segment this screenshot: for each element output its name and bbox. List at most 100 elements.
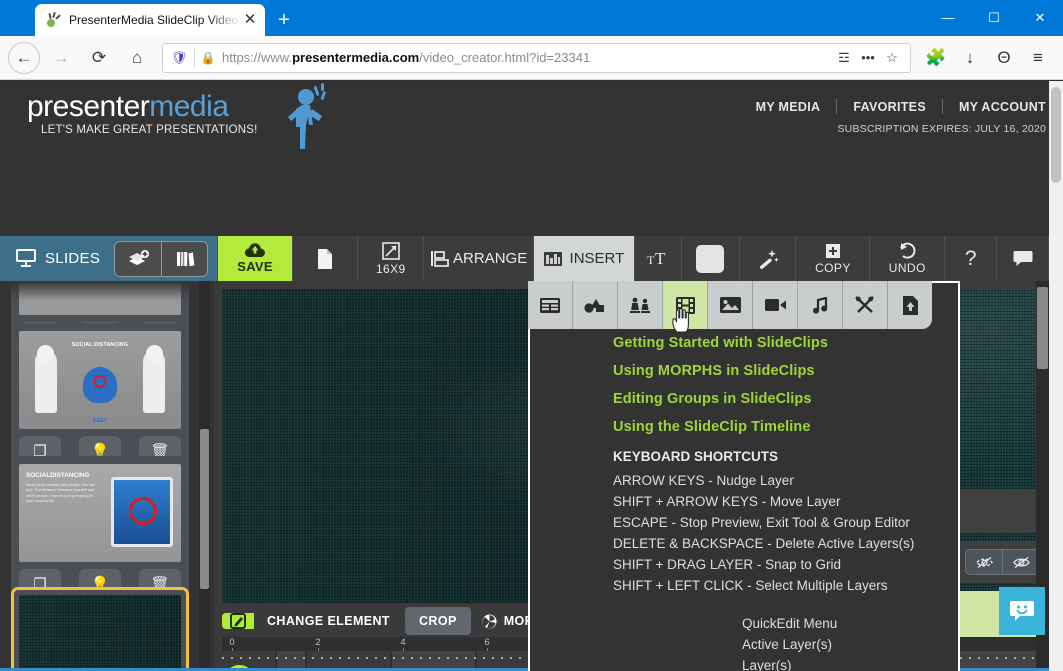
upload-icon[interactable] <box>888 281 932 329</box>
slide-card-3[interactable]: SOCIALDISTANCING Avoid close contact wit… <box>11 456 189 607</box>
rail-scrollbar-thumb[interactable] <box>200 429 209 589</box>
morph-icon <box>482 614 497 628</box>
shortcut-row: SHIFT + ARROW KEYS - Move Layer <box>613 494 841 509</box>
lock-icon[interactable]: 🔒 <box>200 51 216 65</box>
shield-icon[interactable]: 🛡 <box>169 50 189 66</box>
shortcut-row: SHIFT + LEFT CLICK - Select Multiple Lay… <box>613 578 888 593</box>
help-link-editing-groups[interactable]: Editing Groups in SlideClips <box>613 391 958 407</box>
slide-thumbnail <box>19 595 181 671</box>
chat-widget-button[interactable] <box>999 587 1045 635</box>
color-swatch[interactable] <box>696 244 725 273</box>
account-icon[interactable]: Θ <box>987 42 1021 74</box>
slide-card-2[interactable]: SOCIAL DISTANCING FEET ❐ 💡 🗑 <box>11 323 189 474</box>
add-slide-icon[interactable] <box>115 241 162 276</box>
subscription-expiry: SUBSCRIPTION EXPIRES: JULY 16, 2020 <box>837 123 1046 135</box>
favicon-icon <box>46 11 62 28</box>
save-button[interactable]: SAVE <box>216 236 293 281</box>
back-button[interactable]: ← <box>8 41 40 74</box>
undo-label: UNDO <box>888 261 926 275</box>
window-minimize-button[interactable]: — <box>925 0 971 36</box>
downloads-icon[interactable]: ↓ <box>953 42 987 74</box>
top-nav: MY MEDIA FAVORITES MY ACCOUNT <box>756 99 1046 114</box>
page-scrollbar[interactable] <box>1049 81 1063 671</box>
slides-panel-toggle[interactable]: SLIDES <box>0 236 217 281</box>
library-icon[interactable] <box>161 241 208 276</box>
window-maximize-button[interactable]: ☐ <box>971 0 1017 36</box>
shortcut-row: ESCAPE - Stop Preview, Exit Tool & Group… <box>613 515 910 530</box>
forward-button[interactable]: → <box>44 42 78 74</box>
insert-category-row <box>528 281 932 329</box>
shortcut-row: SHIFT + DRAG LAYER - Snap to Grid <box>613 557 841 572</box>
divider <box>194 48 195 67</box>
slide-thumbnail: SOCIAL DISTANCING FEET <box>19 331 181 429</box>
insert-flyout-panel: Getting Started with SlideClips Using MO… <box>528 281 960 671</box>
web-app: presentermedia LET'S MAKE GREAT PRESENTA… <box>0 81 1063 671</box>
app-scrollbar-thumb[interactable] <box>1037 287 1048 369</box>
plus-box-icon <box>825 243 840 258</box>
aspect-ratio-button[interactable]: 16X9 <box>357 236 423 281</box>
mouse-cursor-hand-icon <box>672 308 689 333</box>
slide-rail[interactable]: ❐ 💡 🗑 SOCIAL DISTANCING FEET ❐ <box>0 281 214 671</box>
magic-tool-button[interactable] <box>738 236 796 281</box>
tools-icon[interactable] <box>843 281 888 329</box>
table-icon[interactable] <box>528 281 573 329</box>
thumb-body: Avoid close contact with people who are … <box>26 482 96 504</box>
shortcut-row-clipped: Layer(s) <box>742 658 792 671</box>
copy-button[interactable]: COPY <box>795 236 869 281</box>
slide-card-4-selected[interactable]: ❐ 💡 🗑 <box>11 587 189 671</box>
clipart-icon[interactable] <box>618 281 663 329</box>
app-menu-icon[interactable]: ≡ <box>1021 42 1055 74</box>
insert-button[interactable]: INSERT <box>533 236 634 281</box>
image-icon[interactable] <box>708 281 753 329</box>
logo-figure-icon <box>288 83 326 149</box>
help-link-getting-started[interactable]: Getting Started with SlideClips <box>613 335 958 351</box>
thumb-caption: SOCIAL DISTANCING <box>71 342 129 348</box>
crop-button[interactable]: CROP <box>404 607 471 635</box>
extensions-icon[interactable]: 🧩 <box>919 42 953 74</box>
bookmark-star-icon[interactable]: ☆ <box>880 50 904 66</box>
eye-slash-icon[interactable] <box>965 549 1003 575</box>
thumb-subcaption: FEET <box>92 418 108 424</box>
slide-thumbnail <box>19 281 181 315</box>
reader-view-icon[interactable]: ☲ <box>832 50 856 66</box>
document-icon <box>318 248 333 269</box>
page-actions-icon[interactable]: ••• <box>856 50 880 65</box>
nav-my-media[interactable]: MY MEDIA <box>756 100 821 114</box>
app-header: presentermedia LET'S MAKE GREAT PRESENTA… <box>0 81 1063 155</box>
arrange-button[interactable]: ARRANGE <box>423 236 533 281</box>
svg-text:T: T <box>647 253 655 267</box>
help-link-timeline[interactable]: Using the SlideClip Timeline <box>613 419 958 435</box>
text-tool-icon: T T <box>647 249 666 268</box>
help-button[interactable]: ? <box>944 236 996 281</box>
shape-fill-button[interactable] <box>680 236 739 281</box>
change-element-button[interactable]: CHANGE ELEMENT <box>222 607 403 635</box>
text-tool-button[interactable]: T T <box>633 236 681 281</box>
home-button[interactable]: ⌂ <box>120 42 154 74</box>
undo-button[interactable]: UNDO <box>869 236 944 281</box>
comment-icon <box>1013 250 1033 266</box>
arrange-label: ARRANGE <box>453 250 528 267</box>
nav-favorites[interactable]: FAVORITES <box>853 100 926 114</box>
chat-smiley-icon <box>1010 601 1034 621</box>
feedback-button[interactable] <box>996 236 1048 281</box>
resize-icon <box>381 241 400 260</box>
cloud-upload-icon <box>244 243 265 258</box>
help-link-morphs[interactable]: Using MORPHS in SlideClips <box>613 363 958 379</box>
save-label: SAVE <box>237 259 273 274</box>
new-document-button[interactable] <box>292 236 357 281</box>
keyboard-shortcuts-heading: KEYBOARD SHORTCUTS <box>613 449 779 464</box>
rail-scrollbar[interactable] <box>199 281 210 671</box>
shapes-icon[interactable] <box>573 281 618 329</box>
url-bar[interactable]: 🛡 🔒 https://www.presentermedia.com/video… <box>162 42 911 73</box>
page-scrollbar-thumb[interactable] <box>1051 87 1061 183</box>
video-icon[interactable] <box>753 281 798 329</box>
reload-button[interactable]: ⟳ <box>82 42 116 74</box>
tab-close-icon[interactable]: ✕ <box>241 11 259 29</box>
window-close-button[interactable]: ✕ <box>1017 0 1063 36</box>
nav-my-account[interactable]: MY ACCOUNT <box>959 100 1046 114</box>
new-tab-button[interactable]: + <box>272 8 296 32</box>
ruler-tick-4: 4 <box>400 637 406 648</box>
presentermedia-logo[interactable]: presentermedia LET'S MAKE GREAT PRESENTA… <box>27 91 258 137</box>
browser-tab[interactable]: PresenterMedia SlideClip Video ✕ <box>35 4 265 36</box>
audio-icon[interactable] <box>798 281 843 329</box>
